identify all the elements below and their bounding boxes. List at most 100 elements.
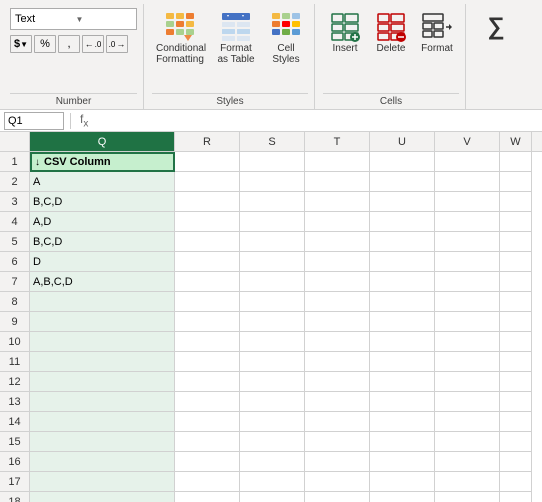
delete-button[interactable]: Delete — [369, 8, 413, 58]
cell[interactable] — [500, 192, 532, 212]
cell[interactable] — [305, 192, 370, 212]
row-header[interactable]: 12 — [0, 372, 30, 392]
cell[interactable] — [500, 252, 532, 272]
row-header[interactable]: 4 — [0, 212, 30, 232]
cell[interactable] — [435, 212, 500, 232]
cell[interactable] — [175, 252, 240, 272]
cell[interactable] — [500, 372, 532, 392]
row-header[interactable]: 8 — [0, 292, 30, 312]
cell[interactable]: B,C,D — [30, 192, 175, 212]
percent-button[interactable]: % — [34, 35, 56, 53]
row-header[interactable]: 15 — [0, 432, 30, 452]
cell[interactable] — [435, 432, 500, 452]
col-header-t[interactable]: T — [305, 132, 370, 151]
formula-input[interactable] — [95, 112, 538, 130]
cell[interactable] — [305, 412, 370, 432]
cell[interactable] — [500, 312, 532, 332]
cell[interactable] — [435, 372, 500, 392]
cell[interactable] — [500, 352, 532, 372]
cell[interactable] — [305, 472, 370, 492]
cell[interactable] — [435, 332, 500, 352]
cell[interactable] — [500, 212, 532, 232]
format-as-table-button[interactable]: Format as Table — [212, 8, 260, 68]
cell[interactable] — [370, 192, 435, 212]
row-header[interactable]: 13 — [0, 392, 30, 412]
autosum-button[interactable]: ∑ — [474, 8, 518, 46]
cell-reference-box[interactable] — [4, 112, 64, 130]
cell[interactable] — [370, 432, 435, 452]
cell[interactable]: A,B,C,D — [30, 272, 175, 292]
cell[interactable] — [370, 332, 435, 352]
row-header[interactable]: 9 — [0, 312, 30, 332]
cell[interactable] — [435, 412, 500, 432]
cell[interactable]: A — [30, 172, 175, 192]
cell[interactable] — [435, 392, 500, 412]
row-header[interactable]: 5 — [0, 232, 30, 252]
cell[interactable] — [435, 172, 500, 192]
cell[interactable] — [30, 392, 175, 412]
comma-button[interactable]: , — [58, 35, 80, 53]
cell[interactable] — [240, 312, 305, 332]
cell[interactable] — [305, 212, 370, 232]
row-header[interactable]: 1 — [0, 152, 30, 172]
cell[interactable] — [305, 312, 370, 332]
cell[interactable] — [175, 452, 240, 472]
cell[interactable] — [240, 372, 305, 392]
cell[interactable] — [30, 312, 175, 332]
cell[interactable] — [500, 412, 532, 432]
cell[interactable] — [240, 272, 305, 292]
cell[interactable] — [305, 432, 370, 452]
cell[interactable] — [305, 292, 370, 312]
row-header[interactable]: 3 — [0, 192, 30, 212]
cell[interactable]: A,D — [30, 212, 175, 232]
cell[interactable] — [370, 312, 435, 332]
format-button[interactable]: Format — [415, 8, 459, 58]
cell[interactable] — [305, 232, 370, 252]
row-header[interactable]: 18 — [0, 492, 30, 502]
cell[interactable] — [370, 252, 435, 272]
cell[interactable] — [500, 432, 532, 452]
cell[interactable] — [500, 332, 532, 352]
cell[interactable] — [500, 272, 532, 292]
cell[interactable] — [435, 472, 500, 492]
cell[interactable]: B,C,D — [30, 232, 175, 252]
cell[interactable] — [435, 352, 500, 372]
cell[interactable] — [435, 312, 500, 332]
cell[interactable] — [370, 152, 435, 172]
cell[interactable] — [30, 412, 175, 432]
cell[interactable] — [175, 372, 240, 392]
cell[interactable] — [370, 352, 435, 372]
row-header[interactable]: 6 — [0, 252, 30, 272]
cell[interactable] — [30, 432, 175, 452]
cell[interactable] — [305, 252, 370, 272]
currency-button[interactable]: $▼ — [10, 35, 32, 53]
cell[interactable] — [305, 372, 370, 392]
cell-styles-button[interactable]: Cell Styles — [264, 8, 308, 68]
cell[interactable] — [305, 492, 370, 502]
cell[interactable] — [240, 472, 305, 492]
cell[interactable] — [370, 492, 435, 502]
cell[interactable] — [175, 432, 240, 452]
cell[interactable] — [175, 492, 240, 502]
cell[interactable] — [435, 252, 500, 272]
cell[interactable] — [175, 352, 240, 372]
cell[interactable] — [240, 192, 305, 212]
row-header[interactable]: 14 — [0, 412, 30, 432]
cell[interactable]: ↓ CSV Column — [30, 152, 175, 172]
cell[interactable] — [175, 192, 240, 212]
cell[interactable] — [175, 152, 240, 172]
cell[interactable] — [370, 412, 435, 432]
insert-button[interactable]: Insert — [323, 8, 367, 58]
number-format-dropdown[interactable]: Text ▼ — [10, 8, 137, 30]
cell[interactable] — [500, 452, 532, 472]
cell[interactable] — [500, 492, 532, 502]
cell[interactable] — [30, 292, 175, 312]
cell[interactable] — [30, 472, 175, 492]
cell[interactable] — [240, 152, 305, 172]
decrease-decimal-button[interactable]: .0 → — [106, 35, 128, 53]
cell[interactable] — [305, 152, 370, 172]
cell[interactable] — [240, 452, 305, 472]
col-header-s[interactable]: S — [240, 132, 305, 151]
cell[interactable] — [30, 352, 175, 372]
cell[interactable] — [370, 372, 435, 392]
